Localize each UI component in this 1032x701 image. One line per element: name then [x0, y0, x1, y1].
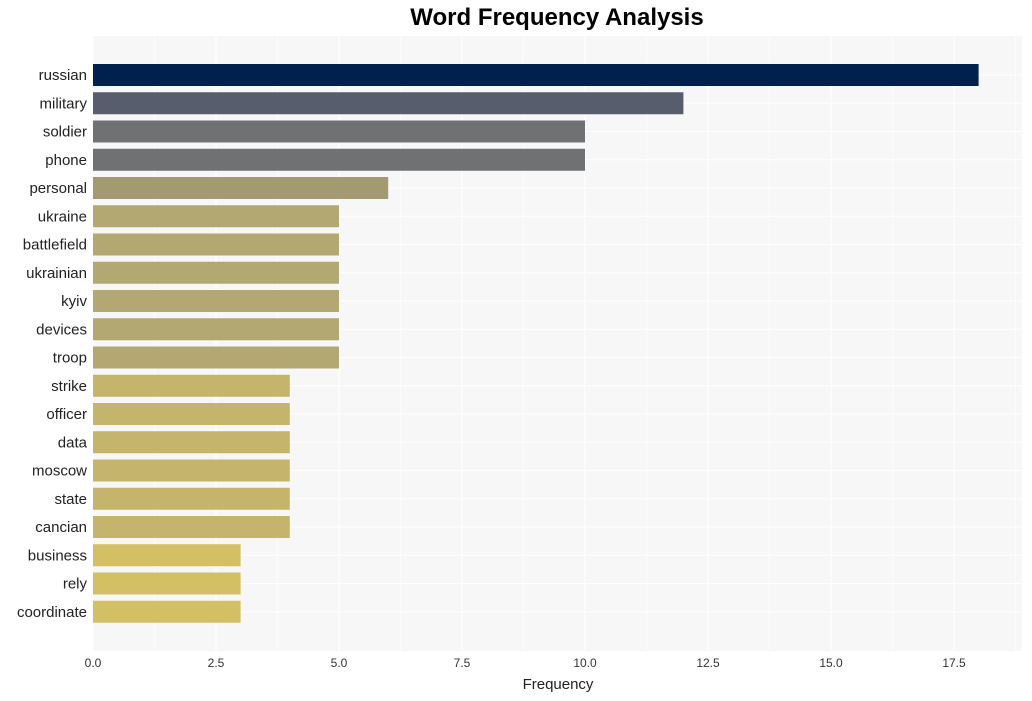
category-label-russian: russian	[39, 67, 87, 84]
bar-state	[93, 487, 290, 510]
category-label-data: data	[58, 434, 88, 451]
bar-russian	[93, 64, 979, 86]
bar-ukraine	[93, 205, 339, 228]
bar-officer	[93, 403, 290, 425]
bar-soldier	[93, 120, 585, 143]
category-label-soldier: soldier	[43, 124, 87, 141]
bar-coordinate	[93, 600, 241, 623]
x-tick-label: 17.5	[942, 656, 966, 670]
x-tick-label: 5.0	[331, 656, 348, 670]
x-tick-labels: 0.0 2.5 5.0 7.5 10.0 12.5 15.0 17.5	[85, 656, 966, 670]
x-tick-label: 2.5	[208, 656, 225, 670]
x-axis-label: Frequency	[523, 676, 594, 693]
x-tick-label: 7.5	[454, 656, 471, 670]
x-tick-label: 10.0	[573, 656, 597, 670]
bar-cancian	[93, 516, 290, 538]
category-label-personal: personal	[29, 180, 87, 197]
category-label-phone: phone	[45, 152, 87, 169]
bar-troop	[93, 346, 339, 369]
category-label-strike: strike	[51, 378, 87, 395]
bar-personal	[93, 177, 389, 199]
bar-chart: russian military soldier phone personal ukrai…	[17, 36, 1022, 693]
bar-moscow	[93, 459, 290, 482]
bar-business	[93, 544, 241, 567]
x-tick-label: 15.0	[819, 656, 843, 670]
bar-ukrainian	[93, 261, 339, 284]
category-label-coordinate: coordinate	[17, 604, 87, 621]
category-label-rely: rely	[63, 576, 88, 593]
category-label-ukrainian: ukrainian	[26, 265, 87, 282]
category-label-officer: officer	[46, 406, 87, 423]
category-label-devices: devices	[36, 321, 87, 338]
category-labels: russian military soldier phone personal ukrai…	[17, 67, 88, 621]
bar-devices	[93, 318, 339, 341]
bar-rely	[93, 572, 241, 595]
bar-data	[93, 431, 290, 454]
bar-strike	[93, 374, 290, 397]
x-tick-label: 0.0	[85, 656, 102, 670]
category-label-military: military	[40, 95, 88, 112]
category-label-business: business	[28, 547, 87, 564]
bar-battlefield	[93, 233, 339, 256]
bar-kyiv	[93, 290, 339, 312]
category-label-battlefield: battlefield	[23, 237, 87, 254]
bar-military	[93, 92, 684, 115]
category-label-cancian: cancian	[35, 519, 87, 536]
x-tick-label: 12.5	[696, 656, 720, 670]
category-label-troop: troop	[53, 350, 87, 367]
category-label-moscow: moscow	[32, 463, 87, 480]
category-label-kyiv: kyiv	[61, 293, 87, 310]
bar-phone	[93, 148, 585, 171]
category-label-state: state	[54, 491, 87, 508]
category-label-ukraine: ukraine	[38, 208, 87, 225]
